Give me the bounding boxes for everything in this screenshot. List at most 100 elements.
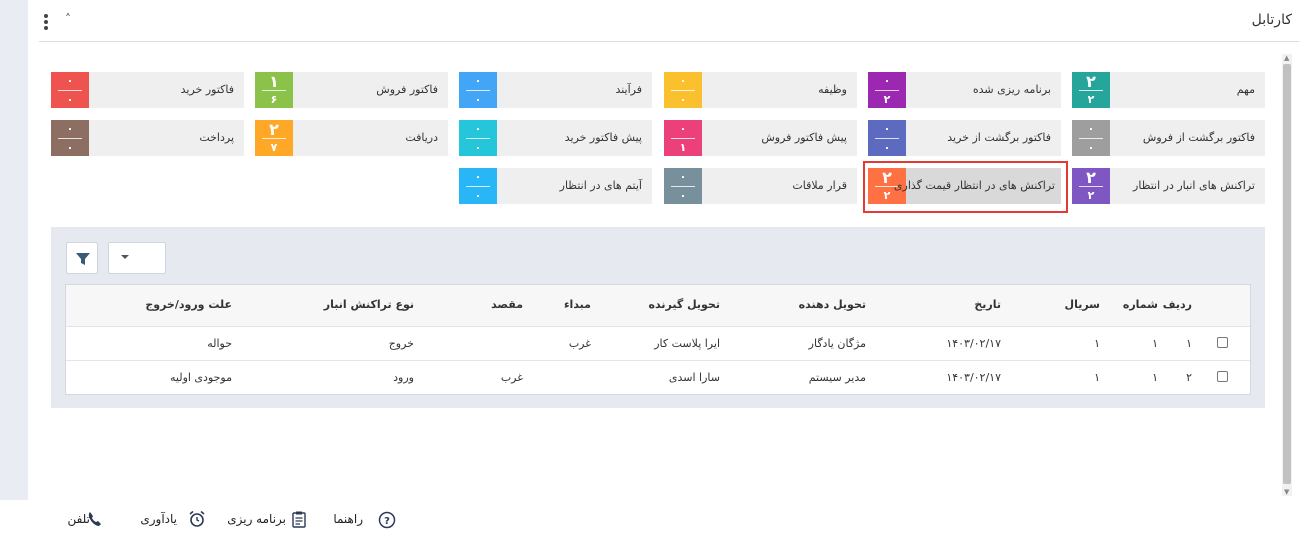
svg-text:?: ? — [384, 516, 390, 527]
tile-process[interactable]: ۰۰ فرآیند — [459, 72, 652, 108]
cell-reason: موجودی اولیه — [170, 371, 232, 384]
cell-serial: ۱ — [1094, 371, 1100, 384]
cell-row-no: ۱ — [1186, 337, 1192, 350]
tile-badge: ۰۰ — [664, 168, 702, 204]
tile-sales-proforma[interactable]: ۰۱ پیش فاکتور فروش — [664, 120, 857, 156]
column-header-reason[interactable]: علت ورود/خروج — [145, 298, 232, 311]
table-row[interactable]: ۲ ۱ ۱ ۱۴۰۳/۰۲/۱۷ مدیر سیستم سارا اسدی غر… — [66, 360, 1250, 394]
tile-planned[interactable]: ۰۲ برنامه ریزی شده — [868, 72, 1061, 108]
tile-pending-items[interactable]: ۰۰ آیتم های در انتظار — [459, 168, 652, 204]
tile-label: تراکنش های انبار در انتظار — [1133, 179, 1255, 192]
column-header-row-no[interactable]: ردیف — [1163, 298, 1192, 311]
tile-badge: ۰۱ — [664, 120, 702, 156]
tile-important[interactable]: ۲۲ مهم — [1072, 72, 1265, 108]
tile-label: فاکتور خرید — [180, 83, 234, 96]
phone-icon[interactable] — [86, 510, 104, 528]
tile-label: پیش فاکتور خرید — [564, 131, 642, 144]
bottom-toolbar: تلفن یادآوری برنامه ریزی راهنما ? — [0, 500, 1300, 539]
tile-label: فاکتور برگشت از فروش — [1142, 131, 1255, 144]
scrollbar-thumb[interactable] — [1283, 64, 1291, 484]
column-header-receiver[interactable]: تحویل گیرنده — [649, 298, 720, 311]
tile-payment[interactable]: ۰۰ پرداخت — [51, 120, 244, 156]
scroll-up-icon[interactable]: ▲ — [1284, 54, 1289, 62]
cell-reason: حواله — [207, 337, 232, 350]
cell-serial: ۱ — [1094, 337, 1100, 350]
cell-receiver: سارا اسدی — [668, 371, 720, 384]
grid-container: ردیف شماره سریال تاریخ تحویل دهنده تحویل… — [51, 227, 1265, 408]
tile-label: فاکتور فروش — [376, 83, 438, 96]
row-checkbox[interactable] — [1217, 337, 1228, 348]
cell-deliverer: مدیر سیستم — [808, 371, 866, 384]
selection-highlight-box — [863, 161, 1068, 213]
tile-task[interactable]: ۰۰ وظیفه — [664, 72, 857, 108]
column-header-date[interactable]: تاریخ — [974, 298, 1001, 311]
tile-label: وظیفه — [818, 83, 847, 96]
header-divider — [39, 41, 1299, 42]
footer-help-label[interactable]: راهنما — [333, 512, 363, 526]
tile-badge: ۰۰ — [459, 72, 497, 108]
caret-down-icon — [121, 255, 129, 259]
tile-sales-return[interactable]: ۰۰ فاکتور برگشت از فروش — [1072, 120, 1265, 156]
tile-badge: ۲۷ — [255, 120, 293, 156]
cell-number: ۱ — [1152, 371, 1158, 384]
cell-type: خروج — [388, 337, 414, 350]
tile-label: پیش فاکتور فروش — [761, 131, 847, 144]
column-header-origin[interactable]: مبداء — [564, 298, 591, 311]
clipboard-icon[interactable] — [290, 510, 308, 528]
table-row[interactable]: ۱ ۱ ۱ ۱۴۰۳/۰۲/۱۷ مژگان یادگار ایرا پلاست… — [66, 326, 1250, 360]
tile-badge: ۰۰ — [51, 72, 89, 108]
alarm-clock-icon[interactable] — [188, 510, 206, 528]
column-header-deliverer[interactable]: تحویل دهنده — [799, 298, 866, 311]
tile-badge: ۰۰ — [664, 72, 702, 108]
filter-button[interactable] — [66, 242, 98, 274]
column-header-number[interactable]: شماره — [1123, 298, 1158, 311]
tile-purchase-invoice[interactable]: ۰۰ فاکتور خرید — [51, 72, 244, 108]
page-title: کارتابل — [1251, 12, 1292, 28]
tile-badge: ۰۲ — [868, 72, 906, 108]
cell-date: ۱۴۰۳/۰۲/۱۷ — [946, 371, 1001, 384]
more-options-icon[interactable] — [41, 12, 51, 30]
tile-label: پرداخت — [199, 131, 234, 144]
left-sidebar-strip — [0, 0, 28, 500]
cell-date: ۱۴۰۳/۰۲/۱۷ — [946, 337, 1001, 350]
tile-badge: ۱۶ — [255, 72, 293, 108]
filter-icon — [76, 253, 90, 265]
tile-label: مهم — [1236, 83, 1255, 96]
footer-reminder-label[interactable]: یادآوری — [140, 512, 177, 526]
tile-label: برنامه ریزی شده — [972, 83, 1051, 96]
tile-label: آیتم های در انتظار — [559, 179, 642, 192]
column-header-type[interactable]: نوع تراکنش انبار — [324, 298, 414, 311]
collapse-chevron-icon[interactable]: ˄ — [65, 12, 71, 26]
row-checkbox[interactable] — [1217, 371, 1228, 382]
tile-badge: ۰۰ — [459, 120, 497, 156]
scroll-down-icon[interactable]: ▼ — [1284, 488, 1289, 496]
table-header-row: ردیف شماره سریال تاریخ تحویل دهنده تحویل… — [66, 285, 1250, 326]
column-header-destination[interactable]: مقصد — [491, 298, 523, 311]
column-dropdown-button[interactable] — [108, 242, 166, 274]
cell-type: ورود — [393, 371, 414, 384]
tile-purchase-proforma[interactable]: ۰۰ پیش فاکتور خرید — [459, 120, 652, 156]
cell-number: ۱ — [1152, 337, 1158, 350]
cell-origin: غرب — [568, 337, 591, 350]
footer-planning-label[interactable]: برنامه ریزی — [227, 512, 286, 526]
tile-badge: ۰۰ — [51, 120, 89, 156]
cell-deliverer: مژگان یادگار — [808, 337, 866, 350]
tile-pending-warehouse[interactable]: ۲۲ تراکنش های انبار در انتظار — [1072, 168, 1265, 204]
column-header-serial[interactable]: سریال — [1065, 298, 1100, 311]
tile-label: دریافت — [405, 131, 438, 144]
cartable-panel: ˄ کارتابل ▲ ▼ ۲۲ مهم ۰۲ برنامه ریزی شده … — [29, 0, 1300, 500]
tile-badge: ۲۲ — [1072, 168, 1110, 204]
tile-badge: ۰۰ — [868, 120, 906, 156]
tile-badge: ۰۰ — [459, 168, 497, 204]
help-icon[interactable]: ? — [378, 511, 396, 529]
cell-row-no: ۲ — [1186, 371, 1192, 384]
tile-purchase-return[interactable]: ۰۰ فاکتور برگشت از خرید — [868, 120, 1061, 156]
tile-sales-invoice[interactable]: ۱۶ فاکتور فروش — [255, 72, 448, 108]
warehouse-transactions-table: ردیف شماره سریال تاریخ تحویل دهنده تحویل… — [65, 284, 1251, 395]
tile-receipt[interactable]: ۲۷ دریافت — [255, 120, 448, 156]
vertical-scrollbar[interactable]: ▲ ▼ — [1282, 54, 1292, 496]
tile-label: قرار ملاقات — [792, 179, 847, 192]
tile-label: فرآیند — [615, 83, 642, 96]
tile-label: فاکتور برگشت از خرید — [947, 131, 1051, 144]
tile-appointment[interactable]: ۰۰ قرار ملاقات — [664, 168, 857, 204]
